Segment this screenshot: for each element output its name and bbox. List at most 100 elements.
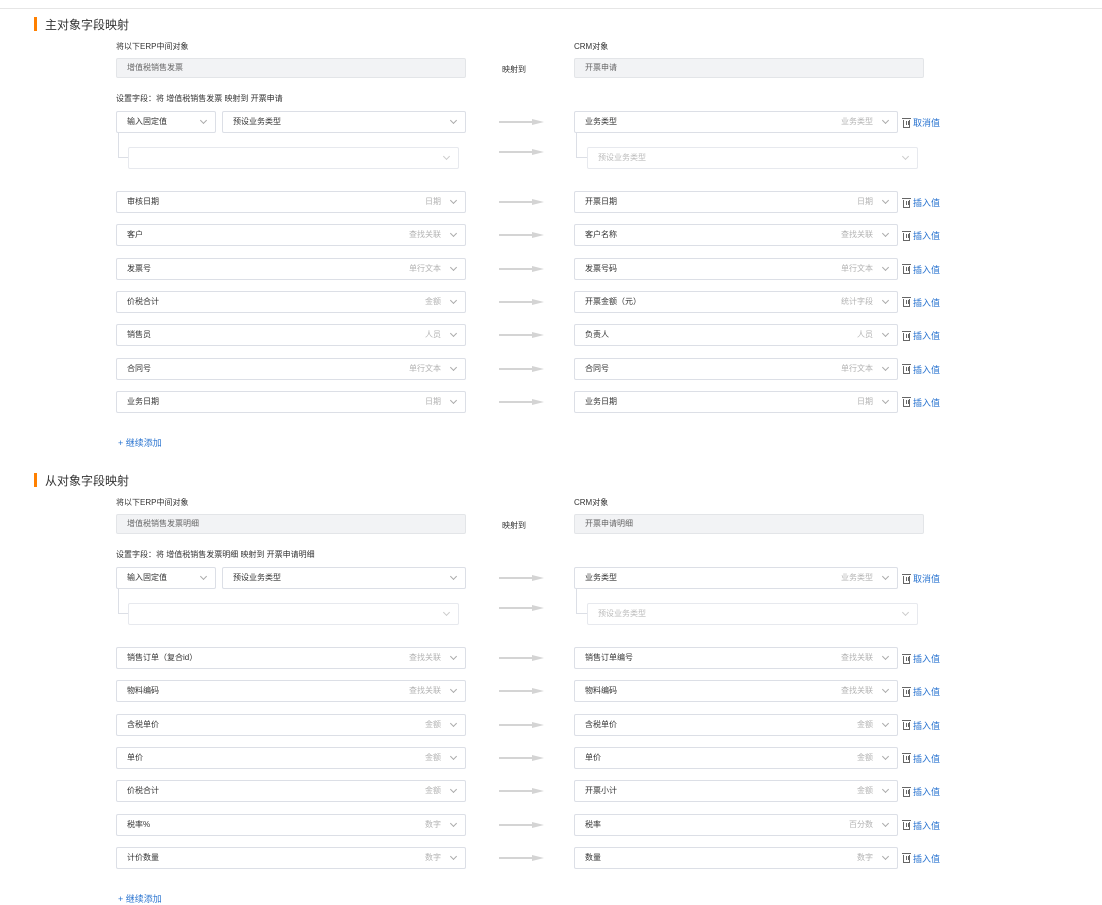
erp-field-select[interactable]: 审核日期 日期 (116, 191, 466, 213)
crm-business-type-select[interactable]: 业务类型 业务类型 (574, 567, 898, 589)
chevron-down-icon (881, 572, 890, 581)
insert-value-button[interactable]: 插入值 (902, 785, 941, 798)
crm-preset-type-select[interactable]: 预设业务类型 (587, 147, 918, 169)
crm-field-select[interactable]: 单价 金额 (574, 746, 898, 769)
crm-field-name: 合同号 (585, 363, 609, 373)
fixed-value-select[interactable]: 输入固定值 (116, 111, 216, 133)
insert-value-button[interactable]: 插入值 (902, 329, 940, 342)
crm-field-name: 发票号码 (585, 263, 617, 273)
insert-value-button[interactable]: 插入值 (902, 396, 940, 409)
erp-object-field: 增值税销售发票明细 (116, 514, 466, 534)
trash-icon (902, 197, 911, 208)
continue-add-button[interactable]: + 继续添加 (118, 892, 162, 905)
chevron-down-icon (901, 152, 910, 161)
erp-field-select[interactable]: 价税合计 金额 (116, 780, 466, 803)
erp-field-select[interactable]: 发票号 单行文本 (116, 257, 466, 280)
crm-field-select[interactable]: 开票金额（元） 统计字段 (574, 290, 898, 313)
crm-field-type: 业务类型 (841, 573, 873, 582)
erp-field-select[interactable]: 客户 查找关联 (116, 224, 466, 247)
crm-object-label: CRM对象 (574, 498, 609, 507)
crm-field-name: 开票金额（元） (585, 296, 641, 306)
crm-preset-type-select[interactable]: 预设业务类型 (587, 603, 918, 625)
insert-value-button[interactable]: 插入值 (902, 196, 941, 209)
erp-field-type: 数字 (425, 852, 441, 862)
erp-field-select[interactable]: 税率% 数字 (116, 813, 466, 836)
erp-field-type: 查找关联 (409, 686, 441, 696)
erp-object-label: 将以下ERP中间对象 (116, 498, 189, 507)
chevron-down-icon (881, 296, 890, 304)
crm-field-select[interactable]: 开票日期 日期 (574, 191, 898, 213)
continue-add-button[interactable]: + 继续添加 (118, 436, 162, 449)
crm-field-select[interactable]: 含税单价 金额 (574, 713, 898, 736)
insert-value-button[interactable]: 插入值 (902, 685, 940, 698)
erp-field-select[interactable]: 物料编码 查找关联 (116, 680, 466, 703)
erp-field-select[interactable]: 合同号 单行文本 (116, 357, 466, 380)
crm-business-type-select[interactable]: 业务类型 业务类型 (574, 111, 898, 133)
chevron-down-icon (449, 296, 458, 304)
trash-icon (902, 397, 911, 408)
crm-field-label: 业务类型 (585, 573, 617, 582)
chevron-down-icon (449, 330, 458, 338)
cancel-value-button[interactable]: 取消值 (902, 116, 940, 129)
crm-field-select[interactable]: 数量 数字 (574, 846, 898, 869)
insert-value-button[interactable]: 插入值 (902, 852, 940, 865)
trash-icon (902, 686, 911, 697)
preset-type-select[interactable]: 预设业务类型 (222, 567, 466, 589)
erp-field-type: 日期 (425, 396, 441, 406)
insert-value-label: 插入值 (913, 654, 941, 664)
crm-field-select[interactable]: 销售订单编号 查找关联 (574, 647, 898, 669)
crm-field-select[interactable]: 客户名称 查找关联 (574, 224, 898, 247)
erp-object-field: 增值税销售发票 (116, 58, 466, 78)
insert-value-button[interactable]: 插入值 (902, 652, 941, 665)
insert-value-button[interactable]: 插入值 (902, 752, 940, 765)
insert-value-label: 插入值 (913, 198, 941, 208)
chevron-down-icon (881, 652, 890, 661)
chevron-down-icon (449, 396, 458, 404)
insert-value-button[interactable]: 插入值 (902, 719, 940, 732)
crm-field-type: 业务类型 (841, 117, 873, 126)
crm-field-name: 税率 (585, 819, 601, 829)
crm-field-select[interactable]: 物料编码 查找关联 (574, 680, 898, 703)
chevron-down-icon (199, 572, 208, 581)
erp-field-select[interactable]: 销售员 人员 (116, 324, 466, 347)
insert-value-label: 插入值 (913, 297, 941, 308)
chevron-down-icon (449, 686, 458, 694)
chevron-down-icon (881, 116, 890, 125)
erp-field-select[interactable]: 销售订单（复合id） 查找关联 (116, 647, 466, 669)
insert-value-button[interactable]: 插入值 (902, 263, 940, 276)
crm-field-select[interactable]: 负责人 人员 (574, 324, 898, 347)
erp-field-type: 人员 (425, 330, 441, 340)
crm-object-field: 开票申请明细 (574, 514, 924, 534)
insert-value-button[interactable]: 插入值 (902, 819, 940, 832)
insert-value-button[interactable]: 插入值 (902, 363, 941, 376)
crm-field-name: 物料编码 (585, 686, 617, 696)
crm-field-select[interactable]: 业务日期 日期 (574, 390, 898, 413)
preset-type-select[interactable]: 预设业务类型 (222, 111, 466, 133)
crm-field-select[interactable]: 合同号 单行文本 (574, 357, 898, 380)
erp-field-select[interactable]: 业务日期 日期 (116, 390, 466, 413)
top-divider (0, 8, 1102, 9)
fixed-value-select[interactable]: 输入固定值 (116, 567, 216, 589)
erp-field-select[interactable]: 价税合计 金额 (116, 290, 466, 313)
erp-field-select[interactable]: 计价数量 数字 (116, 846, 466, 869)
chevron-down-icon (449, 852, 458, 860)
erp-sub-value-select[interactable] (128, 603, 459, 625)
erp-field-select[interactable]: 含税单价 金额 (116, 713, 466, 736)
insert-value-button[interactable]: 插入值 (902, 229, 940, 242)
crm-field-name: 客户名称 (585, 230, 617, 240)
cancel-value-button[interactable]: 取消值 (902, 572, 940, 585)
crm-field-select[interactable]: 开票小计 金额 (574, 780, 898, 803)
insert-value-label: 插入值 (913, 787, 941, 798)
insert-value-label: 插入值 (913, 364, 941, 375)
crm-field-type: 金额 (857, 719, 873, 729)
crm-field-name: 开票小计 (585, 786, 617, 796)
erp-field-type: 查找关联 (409, 653, 441, 662)
chevron-down-icon (881, 719, 890, 727)
erp-sub-value-select[interactable] (128, 147, 459, 169)
crm-field-select[interactable]: 发票号码 单行文本 (574, 257, 898, 280)
chevron-down-icon (881, 852, 890, 860)
crm-field-select[interactable]: 税率 百分数 (574, 813, 898, 836)
crm-object-field: 开票申请 (574, 58, 924, 78)
erp-field-select[interactable]: 单价 金额 (116, 746, 466, 769)
insert-value-button[interactable]: 插入值 (902, 296, 941, 309)
